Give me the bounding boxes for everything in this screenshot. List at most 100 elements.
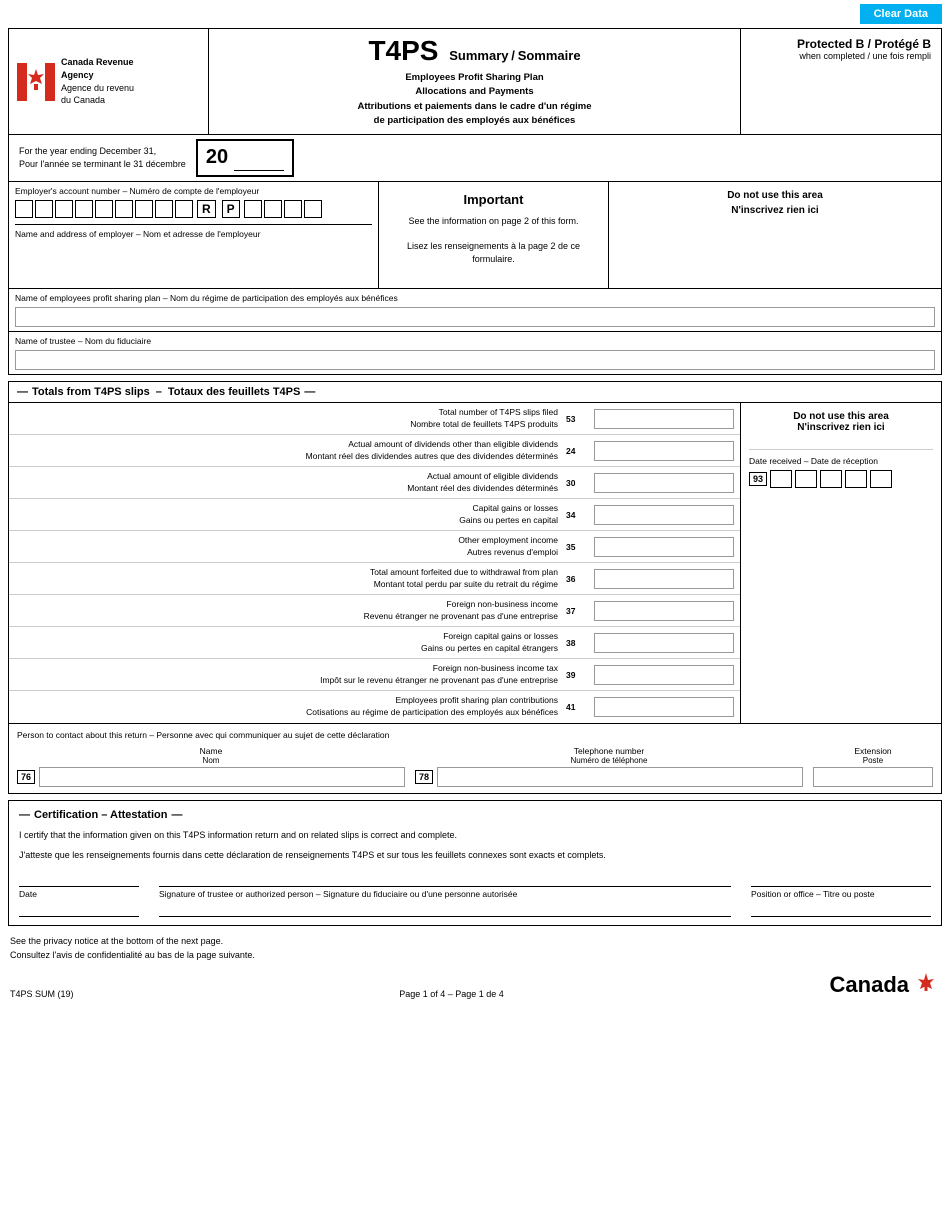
contact-name-fr: Nom — [17, 756, 405, 765]
row41-box: 41 — [566, 702, 594, 712]
sig-position-label: Position or office – Titre ou poste — [751, 889, 875, 899]
totals-row-34: Capital gains or losses Gains ou pertes … — [9, 499, 740, 531]
footer-page-info: Page 1 of 4 – Page 1 de 4 — [399, 989, 504, 999]
row34-input[interactable] — [594, 505, 734, 525]
sig-date-input[interactable] — [19, 899, 139, 917]
row39-label-en: Foreign non-business income tax — [15, 663, 558, 675]
totals-row-35: Other employment income Autres revenus d… — [9, 531, 740, 563]
row34-box: 34 — [566, 510, 594, 520]
row39-input[interactable] — [594, 665, 734, 685]
cert-deco-right: — — [171, 809, 182, 821]
row53-box: 53 — [566, 414, 594, 424]
row37-box: 37 — [566, 606, 594, 616]
contact-name-en: Name — [17, 746, 405, 756]
footer-form-id: T4PS SUM (19) — [10, 989, 74, 999]
totals-deco-left: — — [17, 386, 28, 398]
summary-label-fr: Sommaire — [518, 48, 581, 63]
totals-row-37: Foreign non-business income Revenu étran… — [9, 595, 740, 627]
sig-trustee-label: Signature of trustee or authorized perso… — [159, 889, 517, 899]
totals-do-not-use-en: Do not use this area — [749, 411, 933, 422]
account-boxes: R P — [15, 200, 372, 218]
contact-phone-input[interactable] — [437, 767, 803, 787]
row24-label-fr: Montant réel des dividendes autres que d… — [15, 451, 558, 463]
clear-data-button[interactable]: Clear Data — [860, 4, 942, 24]
canada-wordmark: Canada — [830, 971, 940, 999]
canada-text: Canada — [830, 972, 909, 998]
row37-label-fr: Revenu étranger ne provenant pas d'une e… — [15, 611, 558, 623]
when-completed-label: when completed / une fois rempli — [751, 51, 931, 61]
summary-label-en: Summary — [449, 48, 508, 63]
row30-box: 30 — [566, 478, 594, 488]
row36-label-en: Total amount forfeited due to withdrawal… — [15, 567, 558, 579]
trustee-label: Name of trustee – Nom du fiduciaire — [15, 336, 935, 346]
agency-name-en: Canada Revenue — [61, 56, 134, 69]
contact-label: Person to contact about this return – Pe… — [17, 730, 933, 740]
row53-label-en: Total number of T4PS slips filed — [15, 407, 558, 419]
row37-input[interactable] — [594, 601, 734, 621]
row41-input[interactable] — [594, 697, 734, 717]
sig-position-input[interactable] — [751, 899, 931, 917]
footer-privacy-en: See the privacy notice at the bottom of … — [10, 934, 940, 948]
do-not-use-title-en: Do not use this area — [617, 190, 933, 201]
cert-text-en: I certify that the information given on … — [19, 829, 931, 843]
totals-do-not-use-fr: N'inscrivez rien ici — [749, 422, 933, 433]
canada-leaf-icon — [912, 971, 940, 999]
form-id: T4PS — [368, 35, 438, 66]
row38-input[interactable] — [594, 633, 734, 653]
totals-rows-container: Total number of T4PS slips filed Nombre … — [9, 403, 741, 723]
contact-ext-input[interactable] — [813, 767, 933, 787]
row35-box: 35 — [566, 542, 594, 552]
date-received-label: Date received – Date de réception — [749, 456, 933, 466]
footer-privacy-fr: Consultez l'avis de confidentialité au b… — [10, 948, 940, 962]
row41-label-en: Employees profit sharing plan contributi… — [15, 695, 558, 707]
contact-name-input[interactable] — [39, 767, 405, 787]
totals-deco-right: — — [304, 386, 315, 398]
form-desc-line2: Allocations and Payments — [219, 85, 730, 99]
agency-name-fr2: du Canada — [61, 94, 134, 107]
date-box-3 — [820, 470, 842, 488]
agency-name-en2: Agency — [61, 69, 134, 82]
date-box-1 — [770, 470, 792, 488]
year-input[interactable] — [234, 145, 284, 171]
date-box-4 — [845, 470, 867, 488]
form-description: Employees Profit Sharing Plan Allocation… — [219, 71, 730, 128]
totals-row-39: Foreign non-business income tax Impôt su… — [9, 659, 740, 691]
totals-row-41: Employees profit sharing plan contributi… — [9, 691, 740, 723]
row36-input[interactable] — [594, 569, 734, 589]
trustee-input[interactable] — [15, 350, 935, 370]
row24-label-en: Actual amount of dividends other than el… — [15, 439, 558, 451]
totals-header-en: Totals from T4PS slips — [32, 386, 150, 398]
row30-input[interactable] — [594, 473, 734, 493]
totals-row-30: Actual amount of eligible dividends Mont… — [9, 467, 740, 499]
epsp-label: Name of employees profit sharing plan – … — [15, 293, 935, 303]
row35-label-fr: Autres revenus d'emploi — [15, 547, 558, 559]
row38-label-fr: Gains ou pertes en capital étrangers — [15, 643, 558, 655]
form-desc-line4: de participation des employés aux bénéfi… — [219, 114, 730, 128]
row36-box: 36 — [566, 574, 594, 584]
important-text-en: See the information on page 2 of this fo… — [389, 215, 598, 229]
row36-label-fr: Montant total perdu par suite du retrait… — [15, 579, 558, 591]
protected-label: Protected B / Protégé B — [751, 37, 931, 51]
totals-header-fr: Totaux des feuillets T4PS — [168, 386, 300, 398]
totals-row-38: Foreign capital gains or losses Gains ou… — [9, 627, 740, 659]
row53-input[interactable] — [594, 409, 734, 429]
epsp-input[interactable] — [15, 307, 935, 327]
important-title: Important — [389, 192, 598, 207]
row24-input[interactable] — [594, 441, 734, 461]
row30-label-fr: Montant réel des dividendes déterminés — [15, 483, 558, 495]
rp-label: R — [197, 200, 216, 218]
year-value: 20 — [206, 146, 228, 168]
form-desc-line1: Employees Profit Sharing Plan — [219, 71, 730, 85]
row35-input[interactable] — [594, 537, 734, 557]
totals-row-24: Actual amount of dividends other than el… — [9, 435, 740, 467]
row38-label-en: Foreign capital gains or losses — [15, 631, 558, 643]
employer-account-label: Employer's account number – Numéro de co… — [15, 186, 372, 196]
date-box-2 — [795, 470, 817, 488]
row37-label-en: Foreign non-business income — [15, 599, 558, 611]
field-76-label: 76 — [17, 770, 35, 784]
sig-trustee-input[interactable] — [159, 899, 731, 917]
row35-label-en: Other employment income — [15, 535, 558, 547]
logo-text: Canada Revenue Agency Agence du revenu d… — [61, 56, 134, 106]
cert-header: Certification – Attestation — [34, 809, 167, 821]
contact-ext-en: Extension — [813, 746, 933, 756]
